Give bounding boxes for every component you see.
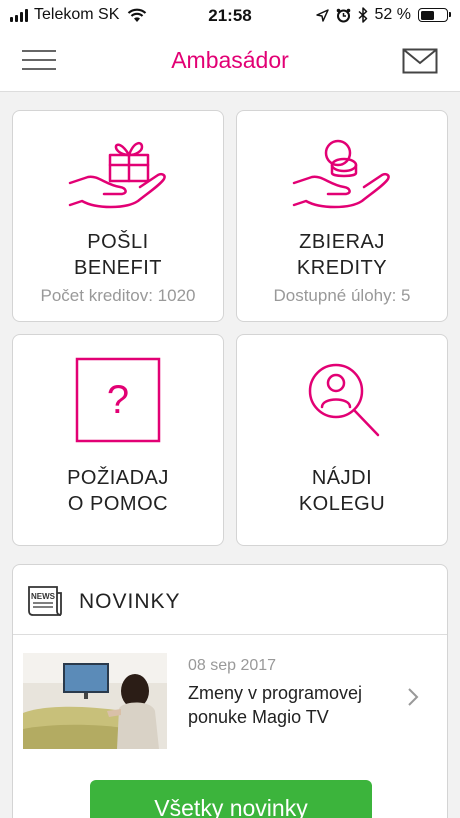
tile-ask-for-help[interactable]: ? POŽIADAJ O POMOC	[12, 334, 224, 546]
news-date: 08 sep 2017	[188, 657, 277, 674]
tile-title-line1: POŽIADAJ	[67, 467, 169, 489]
tile-title-line1: NÁJDI	[311, 467, 373, 489]
svg-text:NEWS: NEWS	[31, 592, 56, 601]
news-list-item[interactable]: 08 sep 2017 Zmeny v programovej ponuke M…	[13, 635, 447, 763]
coins-in-hand-icon	[292, 139, 390, 209]
news-header: NEWS NOVINKY	[13, 565, 447, 635]
news-section-title: NOVINKY	[79, 590, 181, 613]
status-bar: Telekom SK 21:58 52 %	[0, 0, 460, 32]
svg-text:?: ?	[107, 378, 129, 422]
location-icon	[315, 8, 329, 22]
tile-title-line1: ZBIERAJ	[299, 231, 385, 253]
tile-send-benefit[interactable]: POŠLI BENEFIT Počet kreditov: 1020	[12, 110, 224, 322]
all-news-button[interactable]: Všetky novinky	[90, 780, 372, 818]
credits-count-label: Počet kreditov: 1020	[40, 286, 196, 305]
battery-percentage: 52 %	[374, 6, 411, 23]
mail-icon[interactable]	[402, 48, 438, 74]
available-tasks-label: Dostupné úlohy: 5	[273, 286, 411, 305]
tile-title-line1: POŠLI	[87, 231, 149, 253]
tile-title-line2: BENEFIT	[74, 257, 162, 279]
news-card: NEWS NOVINKY 08 sep 2017 Zmeny v program…	[12, 564, 448, 818]
battery-fill	[420, 10, 434, 20]
tile-collect-credits[interactable]: ZBIERAJ KREDITY Dostupné úlohy: 5	[236, 110, 448, 322]
page-title: Ambasádor	[171, 47, 289, 73]
tile-title-line2: KREDITY	[296, 257, 388, 279]
news-headline: Zmeny v programovej ponuke Magio TV	[188, 683, 363, 727]
news-icon: NEWS	[28, 586, 62, 616]
chevron-right-icon	[408, 688, 419, 706]
tile-title-line2: KOLEGU	[298, 493, 386, 515]
tile-title: POŠLI BENEFIT	[13, 229, 223, 281]
woman-watching-tv-photo	[23, 653, 167, 749]
person-search-icon	[308, 363, 380, 437]
bluetooth-icon	[358, 7, 367, 23]
tile-title-line2: O POMOC	[67, 493, 169, 515]
alarm-icon	[336, 8, 350, 22]
tile-title: POŽIADAJ O POMOC	[13, 465, 223, 517]
nav-bar: Ambasádor	[0, 32, 460, 92]
status-right: 52 %	[315, 6, 451, 24]
question-box-icon: ?	[75, 357, 161, 443]
tile-title: NÁJDI KOLEGU	[237, 465, 447, 517]
tile-find-colleague[interactable]: NÁJDI KOLEGU	[236, 334, 448, 546]
tile-title: ZBIERAJ KREDITY	[237, 229, 447, 281]
battery-icon	[418, 8, 451, 22]
gift-in-hand-icon	[68, 141, 166, 209]
